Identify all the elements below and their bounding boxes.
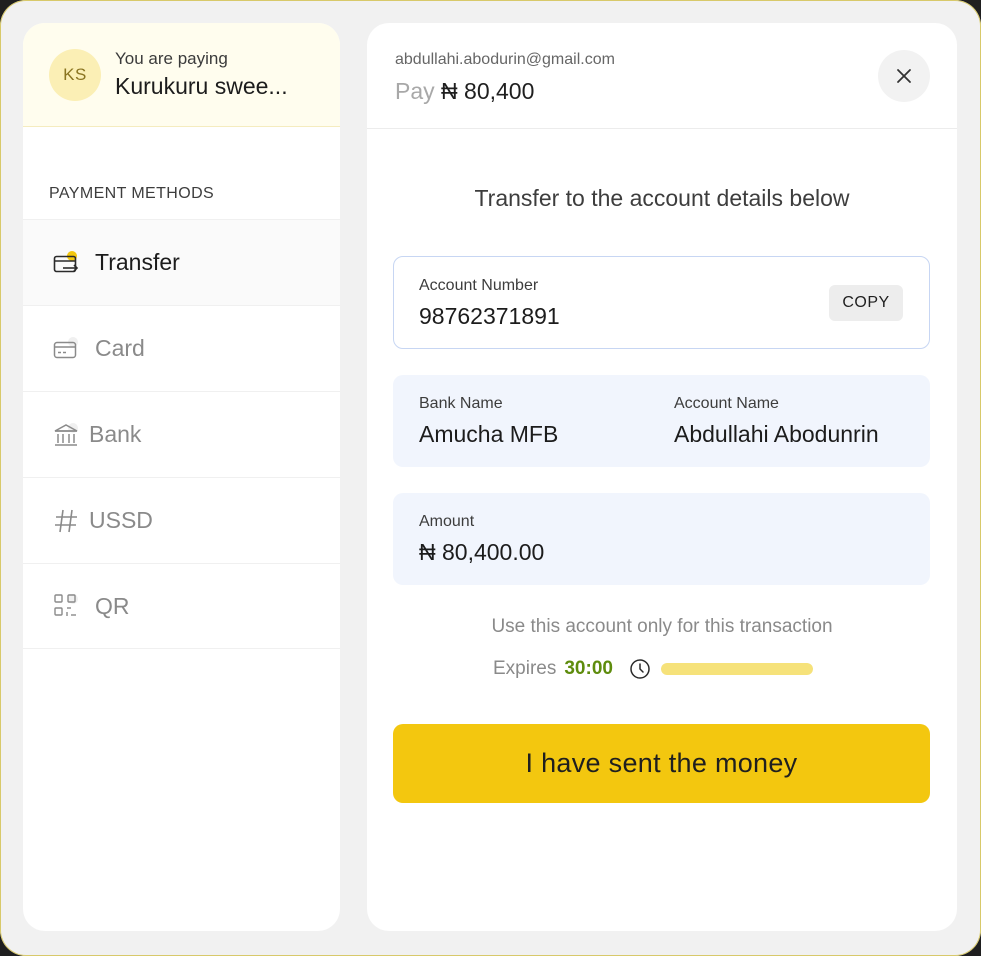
pay-amount: ₦ 80,400 xyxy=(441,78,535,104)
expiry-timer: 30:00 xyxy=(564,658,613,679)
account-name-label: Account Name xyxy=(674,395,779,412)
qr-icon xyxy=(53,593,79,619)
account-number-label: Account Number xyxy=(419,277,539,294)
close-button[interactable] xyxy=(878,50,930,102)
bank-details-card: Bank Name Amucha MFB Account Name Abdull… xyxy=(393,375,930,467)
expiry-progress-fill xyxy=(660,663,813,675)
copy-button[interactable]: COPY xyxy=(829,285,903,321)
expiry-progress-bar xyxy=(660,663,813,675)
card-icon xyxy=(53,336,79,362)
customer-email: abdullahi.abodurin@gmail.com xyxy=(395,51,615,68)
payment-sidebar: KS You are paying Kurukuru swee... PAYME… xyxy=(23,23,340,931)
method-qr[interactable]: QR xyxy=(23,563,340,649)
account-number-value[interactable]: 98762371891 xyxy=(419,303,560,330)
merchant-info: You are paying Kurukuru swee... xyxy=(115,49,288,100)
transfer-panel: abdullahi.abodurin@gmail.com Pay ₦ 80,40… xyxy=(367,23,957,931)
method-label: QR xyxy=(95,592,130,619)
panel-header: abdullahi.abodurin@gmail.com Pay ₦ 80,40… xyxy=(367,23,957,129)
pay-amount-line: Pay ₦ 80,400 xyxy=(395,78,534,105)
sent-money-button[interactable]: I have sent the money xyxy=(393,724,930,803)
expiry-row: Expires 30:00 xyxy=(493,655,813,683)
method-transfer[interactable]: Transfer xyxy=(23,219,340,305)
payment-methods-heading: PAYMENT METHODS xyxy=(49,185,215,202)
method-label: Transfer xyxy=(95,249,180,275)
bank-icon xyxy=(53,422,79,448)
paying-label: You are paying xyxy=(115,49,228,68)
method-card[interactable]: Card xyxy=(23,305,340,391)
expires-label: Expires xyxy=(493,658,557,679)
amount-card: Amount ₦ 80,400.00 xyxy=(393,493,930,585)
hash-icon xyxy=(53,508,79,534)
clock-icon xyxy=(630,659,650,679)
method-label: Bank xyxy=(89,421,142,447)
pay-label: Pay xyxy=(395,78,435,104)
amount-label: Amount xyxy=(419,513,475,530)
payment-methods-list: Transfer Card Bank USSD QR xyxy=(23,219,340,649)
merchant-header: KS You are paying Kurukuru swee... xyxy=(23,23,340,127)
bank-name-label: Bank Name xyxy=(419,395,503,412)
merchant-avatar: KS xyxy=(49,48,101,101)
method-bank[interactable]: Bank xyxy=(23,391,340,477)
account-usage-note: Use this account only for this transacti… xyxy=(491,616,833,637)
transfer-instruction: Transfer to the account details below xyxy=(474,185,850,211)
method-ussd[interactable]: USSD xyxy=(23,477,340,563)
account-name-value: Abdullahi Abodunrin xyxy=(674,421,879,447)
bank-name-value: Amucha MFB xyxy=(419,421,559,447)
account-number-card: Account Number 98762371891 COPY xyxy=(393,256,930,349)
merchant-name: Kurukuru swee... xyxy=(115,73,288,99)
close-icon xyxy=(897,69,911,83)
transfer-icon xyxy=(53,250,79,276)
method-label: Card xyxy=(95,335,145,361)
amount-value: ₦ 80,400.00 xyxy=(419,539,545,565)
checkout-modal: KS You are paying Kurukuru swee... PAYME… xyxy=(0,0,981,956)
method-label: USSD xyxy=(89,507,153,533)
